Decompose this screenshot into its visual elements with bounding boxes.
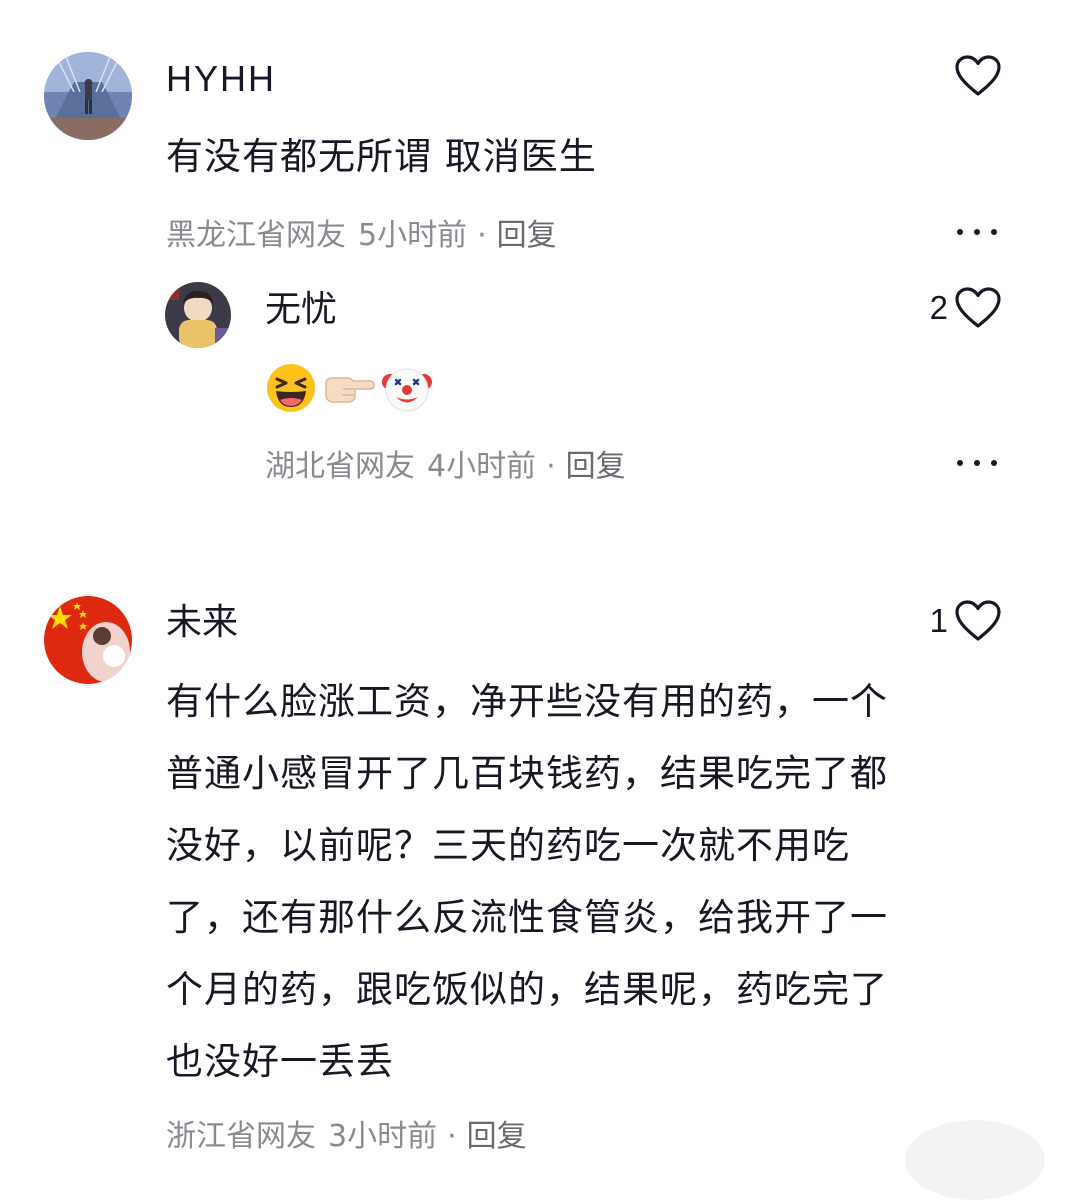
comment-username[interactable]: HYHH — [166, 57, 276, 101]
comment-location: 浙江省网友 — [166, 1119, 316, 1154]
meta-separator: · — [546, 449, 556, 484]
more-icon[interactable] — [957, 226, 997, 238]
avatar-anime-photo — [165, 282, 231, 348]
meta-separator: · — [477, 218, 487, 253]
reply-meta: 湖北省网友 4小时前 · 回复 — [265, 447, 626, 487]
like-count: 2 — [929, 289, 948, 326]
reply-button[interactable]: 回复 — [566, 449, 626, 484]
comment-text: 有没有都无所谓 取消医生 — [166, 135, 597, 178]
heart-outline-icon — [955, 287, 1001, 328]
comment-text-line: 了，还有那什么反流性食管炎，给我开了一 — [166, 896, 888, 939]
like-button[interactable]: 1 — [900, 597, 1002, 645]
reply-button[interactable]: 回复 — [497, 218, 557, 253]
reply-button[interactable]: 回复 — [467, 1119, 527, 1154]
comment-meta: 浙江省网友 3小时前 · 回复 — [166, 1117, 527, 1157]
comment-location: 湖北省网友 — [265, 449, 415, 484]
avatar[interactable] — [165, 282, 231, 348]
reply-username[interactable]: 无忧 — [265, 288, 337, 332]
comment-text-line: 普通小感冒开了几百块钱药，结果吃完了都 — [166, 752, 888, 795]
avatar[interactable] — [44, 596, 132, 684]
avatar-stair-photo — [44, 52, 132, 140]
comment-text-line: 个月的药，跟吃饭似的，结果呢，药吃完了 — [166, 968, 888, 1011]
meta-separator: · — [447, 1119, 457, 1154]
comment-location: 黑龙江省网友 — [166, 218, 346, 253]
pointing-right-hand-emoji — [325, 377, 375, 403]
comment-text-line: 也没好一丢丢 — [166, 1040, 394, 1083]
comment-text-line: 没好，以前呢？三天的药吃一次就不用吃 — [166, 824, 850, 867]
comment-time: 4小时前 — [427, 449, 537, 484]
like-button[interactable] — [940, 52, 1002, 100]
avatar[interactable] — [44, 52, 132, 140]
heart-outline-icon — [955, 600, 1001, 641]
comment-time: 5小时前 — [358, 218, 468, 253]
comment-text: 有什么脸涨工资，净开些没有用的药，一个 普通小感冒开了几百块钱药，结果吃完了都 … — [166, 666, 1046, 1098]
heart-outline-icon — [955, 55, 1001, 96]
comment-time: 3小时前 — [328, 1119, 438, 1154]
like-count: 1 — [929, 602, 948, 639]
comment-meta: 黑龙江省网友 5小时前 · 回复 — [166, 216, 557, 256]
floating-overlay — [905, 1120, 1045, 1200]
clown-face-emoji — [382, 368, 432, 412]
reply-emoji-content — [265, 362, 433, 414]
laughing-emoji — [267, 364, 315, 412]
comment-username[interactable]: 未来 — [166, 601, 238, 645]
like-button[interactable]: 2 — [900, 284, 1002, 332]
comment-text-line: 有什么脸涨工资，净开些没有用的药，一个 — [166, 680, 888, 723]
avatar-flag-photo — [44, 596, 132, 684]
more-icon[interactable] — [957, 457, 997, 469]
